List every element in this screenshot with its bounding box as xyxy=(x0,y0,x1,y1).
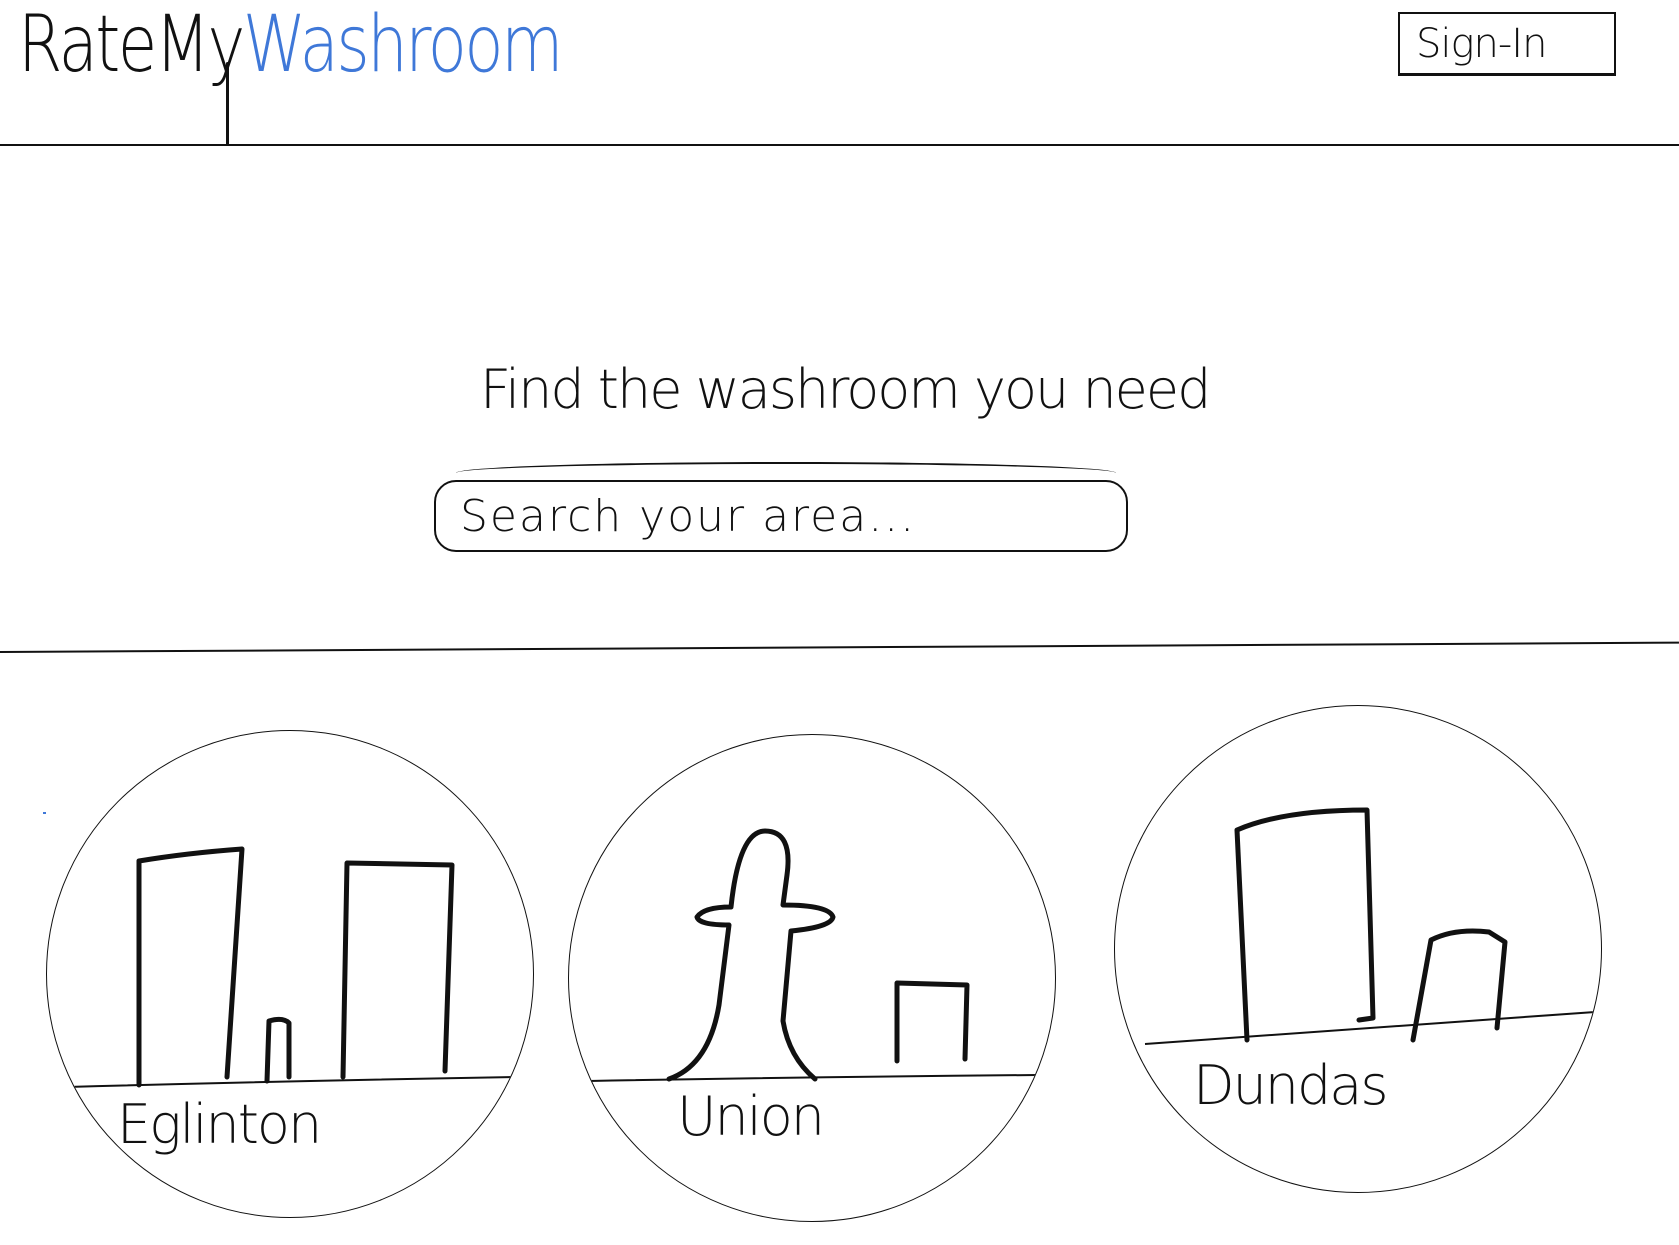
logo-text-washroom: Washroom xyxy=(242,0,563,90)
cn-tower-skyline-icon xyxy=(588,828,1038,1082)
city-buildings-icon xyxy=(1144,807,1596,1045)
station-label: Union xyxy=(677,1085,825,1148)
sign-in-button[interactable]: Sign-In xyxy=(1398,12,1616,76)
app-logo[interactable]: RateMyWashroom xyxy=(18,6,563,84)
station-label: Dundas xyxy=(1193,1054,1389,1117)
station-card-dundas[interactable]: Dundas xyxy=(1114,705,1602,1193)
station-card-eglinton[interactable]: Eglinton xyxy=(46,730,534,1218)
header-divider xyxy=(0,144,1679,146)
logo-descender-stroke xyxy=(226,62,229,146)
hero-title: Find the washroom you need xyxy=(480,358,1211,421)
stray-pen-mark xyxy=(43,812,46,814)
section-divider xyxy=(0,641,1679,653)
station-label: Eglinton xyxy=(117,1093,322,1156)
logo-text-rate-my: RateMy xyxy=(18,0,245,90)
search-input[interactable] xyxy=(434,480,1128,552)
station-card-union[interactable]: Union xyxy=(568,734,1056,1222)
